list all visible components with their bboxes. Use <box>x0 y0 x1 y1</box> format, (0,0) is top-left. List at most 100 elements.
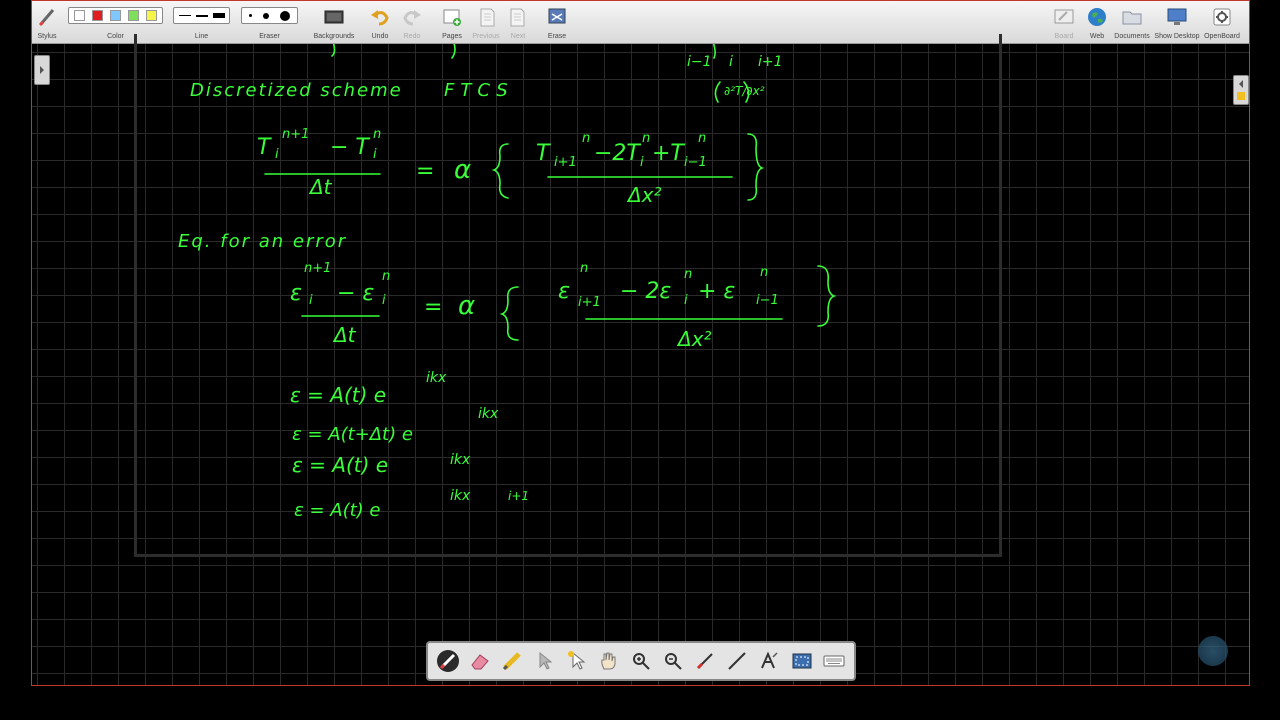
svg-text:n: n <box>582 131 590 146</box>
globe-icon <box>1088 8 1106 26</box>
zoom-in-tool-button[interactable] <box>629 649 653 673</box>
partial-bracket-3 <box>712 44 716 59</box>
folder-icon <box>1122 11 1142 25</box>
floating-disc[interactable] <box>1198 636 1228 666</box>
svg-text:− T: − T <box>330 135 370 160</box>
board-canvas[interactable]: i−1 i i+1 ∂²T/∂x² Discretized scheme FTC… <box>32 34 1249 685</box>
zoom-out-icon <box>665 653 682 670</box>
hand-icon <box>601 652 616 670</box>
color-white[interactable] <box>74 10 86 21</box>
svg-text:α: α <box>454 155 471 185</box>
svg-text:i: i <box>684 293 688 308</box>
svg-text:i: i <box>640 155 644 170</box>
svg-text:ikx: ikx <box>426 370 447 386</box>
svg-text:n+1: n+1 <box>282 127 309 142</box>
ruler-icon <box>728 652 747 670</box>
left-panel-toggle[interactable] <box>34 55 50 85</box>
svg-text:ε: ε <box>290 281 302 306</box>
svg-text:Δx²: Δx² <box>676 327 712 351</box>
board-icon <box>1054 9 1074 24</box>
svg-text:ikx: ikx <box>478 406 499 422</box>
board-button[interactable]: Board <box>1050 3 1078 41</box>
svg-text:ikx: ikx <box>450 488 471 504</box>
line-thin[interactable] <box>178 15 191 16</box>
svg-text:ikx: ikx <box>450 452 471 468</box>
capture-tool-button[interactable] <box>790 649 814 673</box>
error-current-step: ε = A(t) e <box>292 453 388 477</box>
documents-button[interactable]: Documents <box>1114 3 1150 41</box>
zoom-in-icon <box>632 653 650 670</box>
error-equation-heading: Eq. for an error <box>178 231 347 252</box>
documents-label: Documents <box>1114 33 1150 40</box>
svg-text:i+1: i+1 <box>578 295 601 310</box>
derivative-paren-left <box>714 81 721 103</box>
hand-tool-button[interactable] <box>597 649 621 673</box>
svg-text:+T: +T <box>652 141 685 166</box>
eraser-tool-button[interactable] <box>468 649 492 673</box>
show-desktop-button[interactable]: Show Desktop <box>1154 3 1200 41</box>
svg-text:n: n <box>760 265 768 280</box>
stylus-button[interactable]: Stylus <box>34 3 60 41</box>
color-yellow[interactable] <box>145 10 157 21</box>
marker-icon <box>503 652 522 671</box>
show-desktop-label: Show Desktop <box>1154 33 1200 40</box>
line-tool-button[interactable] <box>693 649 717 673</box>
line-icon <box>697 653 713 670</box>
eraser-small[interactable] <box>249 14 253 17</box>
brace-right-2 <box>817 265 837 327</box>
laser-tool-button[interactable] <box>565 649 589 673</box>
svg-text:i: i <box>309 293 313 308</box>
pointer-icon <box>539 651 553 670</box>
text-tool-button[interactable] <box>757 649 781 673</box>
svg-text:n: n <box>580 261 588 276</box>
line-thick[interactable] <box>212 13 225 18</box>
partial-bracket <box>331 44 336 57</box>
discretized-heading: Discretized scheme <box>190 80 403 101</box>
svg-text:i: i <box>729 54 733 70</box>
redo-icon <box>403 10 421 26</box>
svg-text:ε: ε <box>558 279 570 304</box>
svg-text:T: T <box>536 141 551 166</box>
expand-right-icon <box>1237 80 1245 100</box>
openboard-menu-button[interactable]: OpenBoard <box>1202 3 1242 41</box>
add-page-icon <box>443 9 461 26</box>
openboard-window: Stylus Color Line Eraser Backgrounds Und… <box>31 0 1250 686</box>
bottom-tool-palette <box>426 641 856 681</box>
web-button[interactable]: Web <box>1084 3 1110 41</box>
next-page-icon <box>510 8 525 27</box>
svg-text:i: i <box>275 147 279 162</box>
pointer-tool-button[interactable] <box>532 649 556 673</box>
eraser-large[interactable] <box>279 10 290 21</box>
line-medium[interactable] <box>195 14 208 17</box>
svg-text:n: n <box>698 131 706 146</box>
pen-tool-button[interactable] <box>436 649 460 673</box>
keyboard-tool-button[interactable] <box>822 649 846 673</box>
zoom-out-tool-button[interactable] <box>661 649 685 673</box>
ftcs-label: FTCS <box>444 80 514 101</box>
svg-text:T: T <box>257 135 272 160</box>
color-blue[interactable] <box>109 10 121 21</box>
eraser-size-selector <box>241 7 298 24</box>
undo-icon <box>371 10 389 26</box>
handwritten-ink: i−1 i i+1 ∂²T/∂x² Discretized scheme FTC… <box>178 44 837 521</box>
stylus-icon <box>38 9 55 27</box>
web-label: Web <box>1089 33 1105 40</box>
ruler-tool-button[interactable] <box>725 649 749 673</box>
color-red[interactable] <box>92 10 104 21</box>
eraser-medium[interactable] <box>262 12 269 19</box>
stylus-label: Stylus <box>37 33 57 40</box>
right-panel-toggle[interactable] <box>1233 75 1249 105</box>
error-neighbor-step: ε = A(t) e <box>294 500 380 521</box>
svg-text:i−1: i−1 <box>756 293 779 308</box>
text-icon <box>761 651 778 669</box>
marker-tool-button[interactable] <box>500 649 524 673</box>
color-green[interactable] <box>127 10 139 21</box>
svg-text:i+1: i+1 <box>554 155 577 170</box>
partial-bracket-2 <box>451 44 456 59</box>
svg-text:n: n <box>642 131 650 146</box>
svg-text:=: = <box>424 295 442 320</box>
brace-left-2 <box>499 286 519 341</box>
svg-text:n: n <box>382 269 390 284</box>
desktop-icon <box>1167 8 1187 25</box>
error-time-step: ε = A(t+Δt) e <box>292 424 413 445</box>
